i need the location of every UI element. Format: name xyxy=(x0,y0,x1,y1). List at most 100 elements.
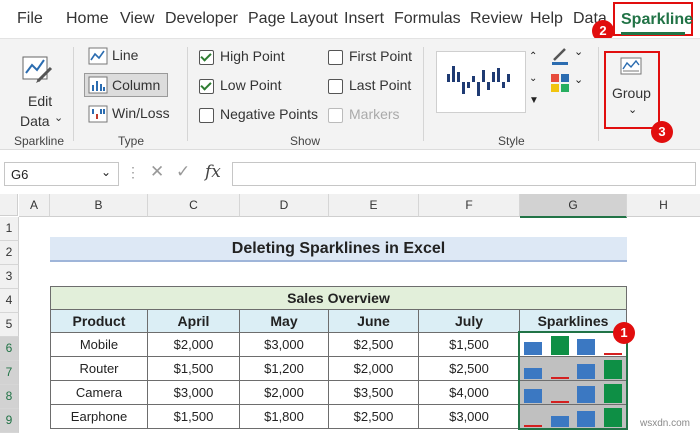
column-header-g[interactable]: G xyxy=(520,194,627,218)
name-box-value: G6 xyxy=(11,167,29,182)
sparkline-bar xyxy=(604,384,622,403)
cancel-icon[interactable]: ✕ xyxy=(150,162,164,182)
row-header-1[interactable]: 1 xyxy=(0,217,19,241)
last-point-checkbox[interactable]: Last Point xyxy=(328,77,418,97)
type-winloss-label: Win/Loss xyxy=(112,105,170,121)
checkbox-unchecked[interactable] xyxy=(199,108,214,123)
tab-review[interactable]: Review xyxy=(470,10,522,28)
chevron-down-icon[interactable]: ⌄ xyxy=(529,73,537,84)
cell-may[interactable]: $1,800 xyxy=(239,404,329,429)
cell-april[interactable]: $2,000 xyxy=(147,332,240,357)
header-may[interactable]: May xyxy=(239,309,329,333)
cell-may[interactable]: $3,000 xyxy=(239,332,329,357)
column-header-a[interactable]: A xyxy=(19,194,50,217)
row-header-4[interactable]: 4 xyxy=(0,289,19,313)
style-gallery[interactable] xyxy=(436,51,526,113)
cell-july[interactable]: $1,500 xyxy=(418,332,520,357)
tab-formulas[interactable]: Formulas xyxy=(394,10,461,28)
row-header-8[interactable]: 8 xyxy=(0,385,19,409)
select-all-corner[interactable] xyxy=(0,194,18,216)
tab-home[interactable]: Home xyxy=(66,10,109,28)
type-winloss-button[interactable]: Win/Loss xyxy=(86,103,176,125)
sparkline-cell[interactable] xyxy=(519,404,627,429)
checkbox-checked[interactable] xyxy=(199,50,214,65)
group-button[interactable]: Group ⌄ xyxy=(604,51,660,129)
sheet-title[interactable]: Deleting Sparklines in Excel xyxy=(50,237,627,262)
cell-product[interactable]: Mobile xyxy=(50,332,148,357)
sparkline-cell[interactable] xyxy=(519,380,627,405)
cell-july[interactable]: $2,500 xyxy=(418,356,520,381)
type-line-button[interactable]: Line xyxy=(86,45,158,67)
row-header-5[interactable]: 5 xyxy=(0,313,19,337)
cell-april[interactable]: $1,500 xyxy=(147,404,240,429)
header-june[interactable]: June xyxy=(328,309,419,333)
divider xyxy=(73,47,74,141)
header-july[interactable]: July xyxy=(418,309,520,333)
cell-june[interactable]: $2,500 xyxy=(328,404,419,429)
cell-june[interactable]: $3,500 xyxy=(328,380,419,405)
insert-function-icon[interactable]: fx xyxy=(205,162,221,182)
row-header-7[interactable]: 7 xyxy=(0,361,19,385)
sparkline-color-button[interactable]: ⌄ xyxy=(550,45,590,69)
type-column-button[interactable]: Column xyxy=(84,73,168,97)
tab-developer[interactable]: Developer xyxy=(165,10,238,28)
formula-input[interactable] xyxy=(232,162,696,186)
checkbox-unchecked[interactable] xyxy=(328,50,343,65)
checkbox-checked[interactable] xyxy=(199,79,214,94)
header-april[interactable]: April xyxy=(147,309,240,333)
cell-product[interactable]: Router xyxy=(50,356,148,381)
tab-sparkline-label: Sparkline xyxy=(621,11,694,28)
row-header-2[interactable]: 2 xyxy=(0,241,19,265)
tab-view[interactable]: View xyxy=(120,10,154,28)
tab-insert[interactable]: Insert xyxy=(344,10,384,28)
negative-points-checkbox[interactable]: Negative Points xyxy=(199,106,324,126)
tab-file[interactable]: File xyxy=(17,10,43,28)
chevron-up-icon[interactable]: ⌃ xyxy=(529,51,537,62)
tab-help[interactable]: Help xyxy=(530,10,563,28)
cell-june[interactable]: $2,500 xyxy=(328,332,419,357)
group-label-type: Type xyxy=(118,134,145,148)
header-sparklines[interactable]: Sparklines xyxy=(519,309,627,333)
cell-june[interactable]: $2,000 xyxy=(328,356,419,381)
sparkline-cell[interactable] xyxy=(519,332,627,357)
cell-april[interactable]: $3,000 xyxy=(147,380,240,405)
sparkline-cell[interactable] xyxy=(519,356,627,381)
overview-header[interactable]: Sales Overview xyxy=(50,286,627,310)
cell-july[interactable]: $4,000 xyxy=(418,380,520,405)
tab-sparkline[interactable]: Sparkline xyxy=(613,2,693,36)
tab-page-layout[interactable]: Page Layout xyxy=(248,10,338,28)
cell-product[interactable]: Earphone xyxy=(50,404,148,429)
cell-product[interactable]: Camera xyxy=(50,380,148,405)
marker-color-button[interactable]: ⌄ xyxy=(550,73,590,97)
enter-check-icon[interactable]: ✓ xyxy=(176,162,190,182)
markers-checkbox[interactable]: Markers xyxy=(328,106,418,126)
pen-icon xyxy=(552,48,568,65)
header-product[interactable]: Product xyxy=(50,309,148,333)
row-header-3[interactable]: 3 xyxy=(0,265,19,289)
cell-april[interactable]: $1,500 xyxy=(147,356,240,381)
low-point-checkbox[interactable]: Low Point xyxy=(199,77,309,97)
column-header-e[interactable]: E xyxy=(329,194,419,217)
column-header-d[interactable]: D xyxy=(240,194,329,217)
name-box[interactable]: G6 ⌄ xyxy=(4,162,119,186)
chevron-down-icon[interactable]: ⌄ xyxy=(101,165,111,179)
negative-points-label: Negative Points xyxy=(220,106,319,122)
checkbox-unchecked[interactable] xyxy=(328,79,343,94)
cell-may[interactable]: $1,200 xyxy=(239,356,329,381)
column-header-b[interactable]: B xyxy=(50,194,148,217)
high-point-checkbox[interactable]: High Point xyxy=(199,48,309,68)
column-header-f[interactable]: F xyxy=(419,194,520,217)
cell-july[interactable]: $3,000 xyxy=(418,404,520,429)
more-styles-icon[interactable]: ▼ xyxy=(529,95,539,106)
sparkline-bar xyxy=(604,353,622,355)
column-header-c[interactable]: C xyxy=(148,194,240,217)
checkbox-disabled[interactable] xyxy=(328,108,343,123)
cell-may[interactable]: $2,000 xyxy=(239,380,329,405)
row-header-9[interactable]: 9 xyxy=(0,409,19,433)
first-point-checkbox[interactable]: First Point xyxy=(328,48,418,68)
column-header-h[interactable]: H xyxy=(627,194,700,217)
edit-data-button[interactable]: Edit Data ⌄ xyxy=(12,47,63,129)
sparkline-bar xyxy=(524,425,542,427)
gallery-scroll[interactable]: ⌃ ⌄ ▼ xyxy=(527,51,541,113)
row-header-6[interactable]: 6 xyxy=(0,337,19,361)
